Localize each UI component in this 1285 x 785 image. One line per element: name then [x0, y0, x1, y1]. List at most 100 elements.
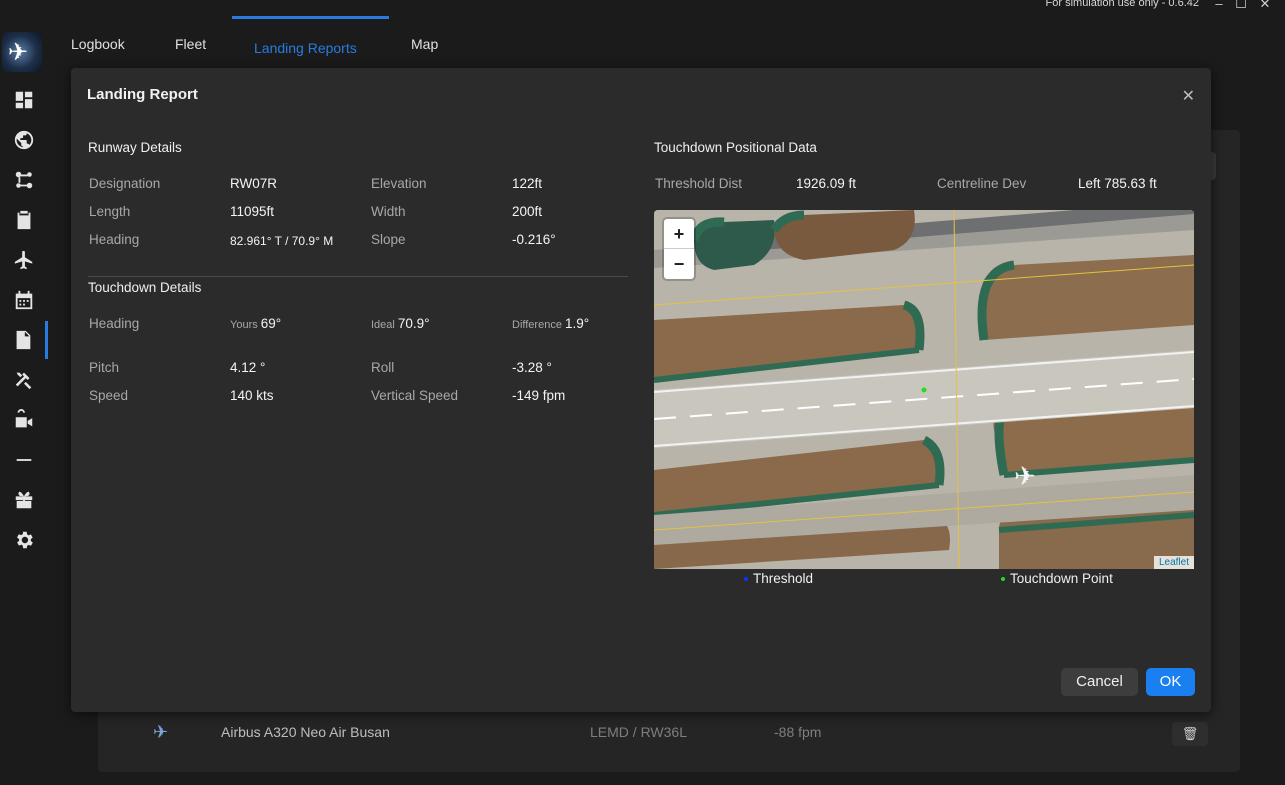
satellite-map-view[interactable]: ✈ + − Leaflet — [654, 210, 1194, 569]
delete-button[interactable]: 🗑 — [1172, 722, 1208, 746]
separator-icon-button — [0, 441, 48, 479]
centreline-dev-label: Centreline Dev — [937, 176, 1027, 191]
table-row[interactable]: ✈ Airbus A320 Neo Air Busan LEMD / RW36L… — [98, 722, 1240, 746]
camera-nav-button[interactable] — [0, 401, 48, 439]
route-text: LEMD / RW36L — [590, 724, 687, 740]
airplane-logo-icon: ✈ — [8, 39, 29, 66]
ok-button[interactable]: OK — [1146, 668, 1195, 696]
route-nav-button[interactable] — [0, 161, 48, 199]
tools-icon — [15, 372, 32, 390]
logbook-nav-button[interactable] — [0, 201, 48, 239]
dashboard-nav-button[interactable] — [0, 81, 48, 119]
touchdown-details-title: Touchdown Details — [88, 280, 202, 295]
vertical-speed-value: -149 fpm — [512, 388, 566, 403]
zoom-control: + − — [664, 219, 694, 279]
dash-icon — [16, 459, 32, 461]
dashboard-icon — [15, 91, 33, 109]
roll-label: Roll — [371, 360, 395, 375]
pitch-label: Pitch — [89, 360, 120, 375]
positional-data-title: Touchdown Positional Data — [654, 140, 817, 155]
difference-heading: Difference 1.9° — [512, 316, 589, 331]
title-bar: For simulation use only - 0.6.42 – ☐ ✕ — [0, 0, 1285, 12]
width-label: Width — [371, 204, 406, 219]
yours-value: 69° — [260, 316, 282, 331]
length-label: Length — [89, 204, 131, 219]
tab-map[interactable]: Map — [411, 36, 438, 52]
designation-label: Designation — [89, 176, 161, 191]
minimize-button[interactable]: – — [1211, 0, 1227, 12]
tab-fleet[interactable]: Fleet — [175, 36, 206, 52]
touchdown-heading-label: Heading — [89, 316, 140, 331]
runway-heading-label: Heading — [89, 232, 140, 247]
map-attribution[interactable]: Leaflet — [1153, 556, 1194, 569]
calendar-nav-button[interactable] — [0, 281, 48, 319]
landing-report-modal: Landing Report ✕ Runway Details Designat… — [71, 68, 1211, 712]
centreline-dev-value: Left 785.63 ft — [1078, 176, 1157, 191]
touchdown-dot-icon — [1001, 577, 1005, 582]
threshold-dot-icon — [744, 577, 748, 582]
aircraft-name: Airbus A320 Neo Air Busan — [221, 724, 390, 740]
legend-threshold-label: Threshold — [753, 571, 814, 586]
touchdown-point-marker — [921, 387, 927, 393]
trash-icon: 🗑 — [1181, 726, 1199, 741]
section-divider — [88, 276, 628, 277]
route-icon — [15, 171, 33, 189]
threshold-dist-value: 1926.09 ft — [796, 176, 857, 191]
pitch-value: 4.12 ° — [230, 360, 266, 375]
width-value: 200ft — [512, 204, 543, 219]
sidebar: ✈ — [0, 0, 48, 785]
gift-nav-button[interactable] — [0, 481, 48, 519]
yours-label: Yours — [230, 319, 258, 331]
zoom-out-button[interactable]: − — [664, 249, 694, 279]
landing-reports-nav-button[interactable] — [0, 321, 48, 359]
airplane-icon: ✈ — [153, 722, 169, 742]
zoom-in-button[interactable]: + — [664, 219, 694, 249]
modal-title: Landing Report — [87, 86, 198, 103]
tab-landing-reports[interactable]: Landing Reports — [254, 40, 357, 56]
report-icon — [16, 330, 30, 350]
map-legend: Threshold Touchdown Point — [654, 569, 1194, 590]
slope-label: Slope — [371, 232, 406, 247]
close-icon[interactable]: ✕ — [1182, 86, 1195, 106]
close-window-button[interactable]: ✕ — [1257, 0, 1273, 12]
globe-icon — [14, 130, 34, 150]
designation-value: RW07R — [230, 176, 278, 191]
parked-aircraft: ✈ — [1014, 462, 1036, 492]
calendar-icon — [15, 290, 33, 310]
app-window: For simulation use only - 0.6.42 – ☐ ✕ ✈ — [0, 0, 1285, 785]
touchdown-map[interactable]: ✈ + − Leaflet Threshold Touchdown Point — [654, 210, 1194, 590]
vertical-speed-text: -88 fpm — [774, 724, 822, 740]
roll-value: -3.28 ° — [512, 360, 552, 375]
globe-nav-button[interactable] — [0, 121, 48, 159]
settings-nav-button[interactable] — [0, 521, 48, 559]
elevation-value: 122ft — [512, 176, 543, 191]
elevation-label: Elevation — [371, 176, 427, 191]
gear-icon — [17, 531, 33, 549]
gift-icon — [15, 491, 33, 509]
app-logo: ✈ — [2, 32, 42, 72]
runway-details-title: Runway Details — [88, 140, 182, 155]
ideal-value: 70.9° — [397, 316, 430, 331]
speed-value: 140 kts — [230, 388, 274, 403]
speed-label: Speed — [89, 388, 129, 403]
runway-heading-value: 82.961° T / 70.9° M — [230, 234, 334, 248]
legend-threshold: Threshold — [744, 571, 813, 586]
tab-logbook[interactable]: Logbook — [71, 36, 125, 52]
difference-value: 1.9° — [564, 316, 590, 331]
tools-nav-button[interactable] — [0, 361, 48, 399]
slope-value: -0.216° — [512, 232, 556, 247]
difference-label: Difference — [512, 319, 562, 331]
ideal-heading: Ideal 70.9° — [371, 316, 430, 331]
legend-touchdown-label: Touchdown Point — [1010, 571, 1113, 586]
length-value: 11095ft — [230, 204, 275, 219]
yours-heading: Yours 69° — [230, 316, 281, 331]
video-camera-icon — [15, 409, 33, 428]
legend-touchdown: Touchdown Point — [1001, 571, 1113, 586]
cancel-button[interactable]: Cancel — [1061, 668, 1138, 696]
maximize-button[interactable]: ☐ — [1233, 0, 1249, 12]
fleet-nav-button[interactable] — [0, 241, 48, 279]
active-tab-indicator — [232, 16, 389, 19]
vertical-speed-label: Vertical Speed — [371, 388, 459, 403]
ideal-label: Ideal — [371, 319, 395, 331]
airplane-icon — [14, 250, 33, 270]
